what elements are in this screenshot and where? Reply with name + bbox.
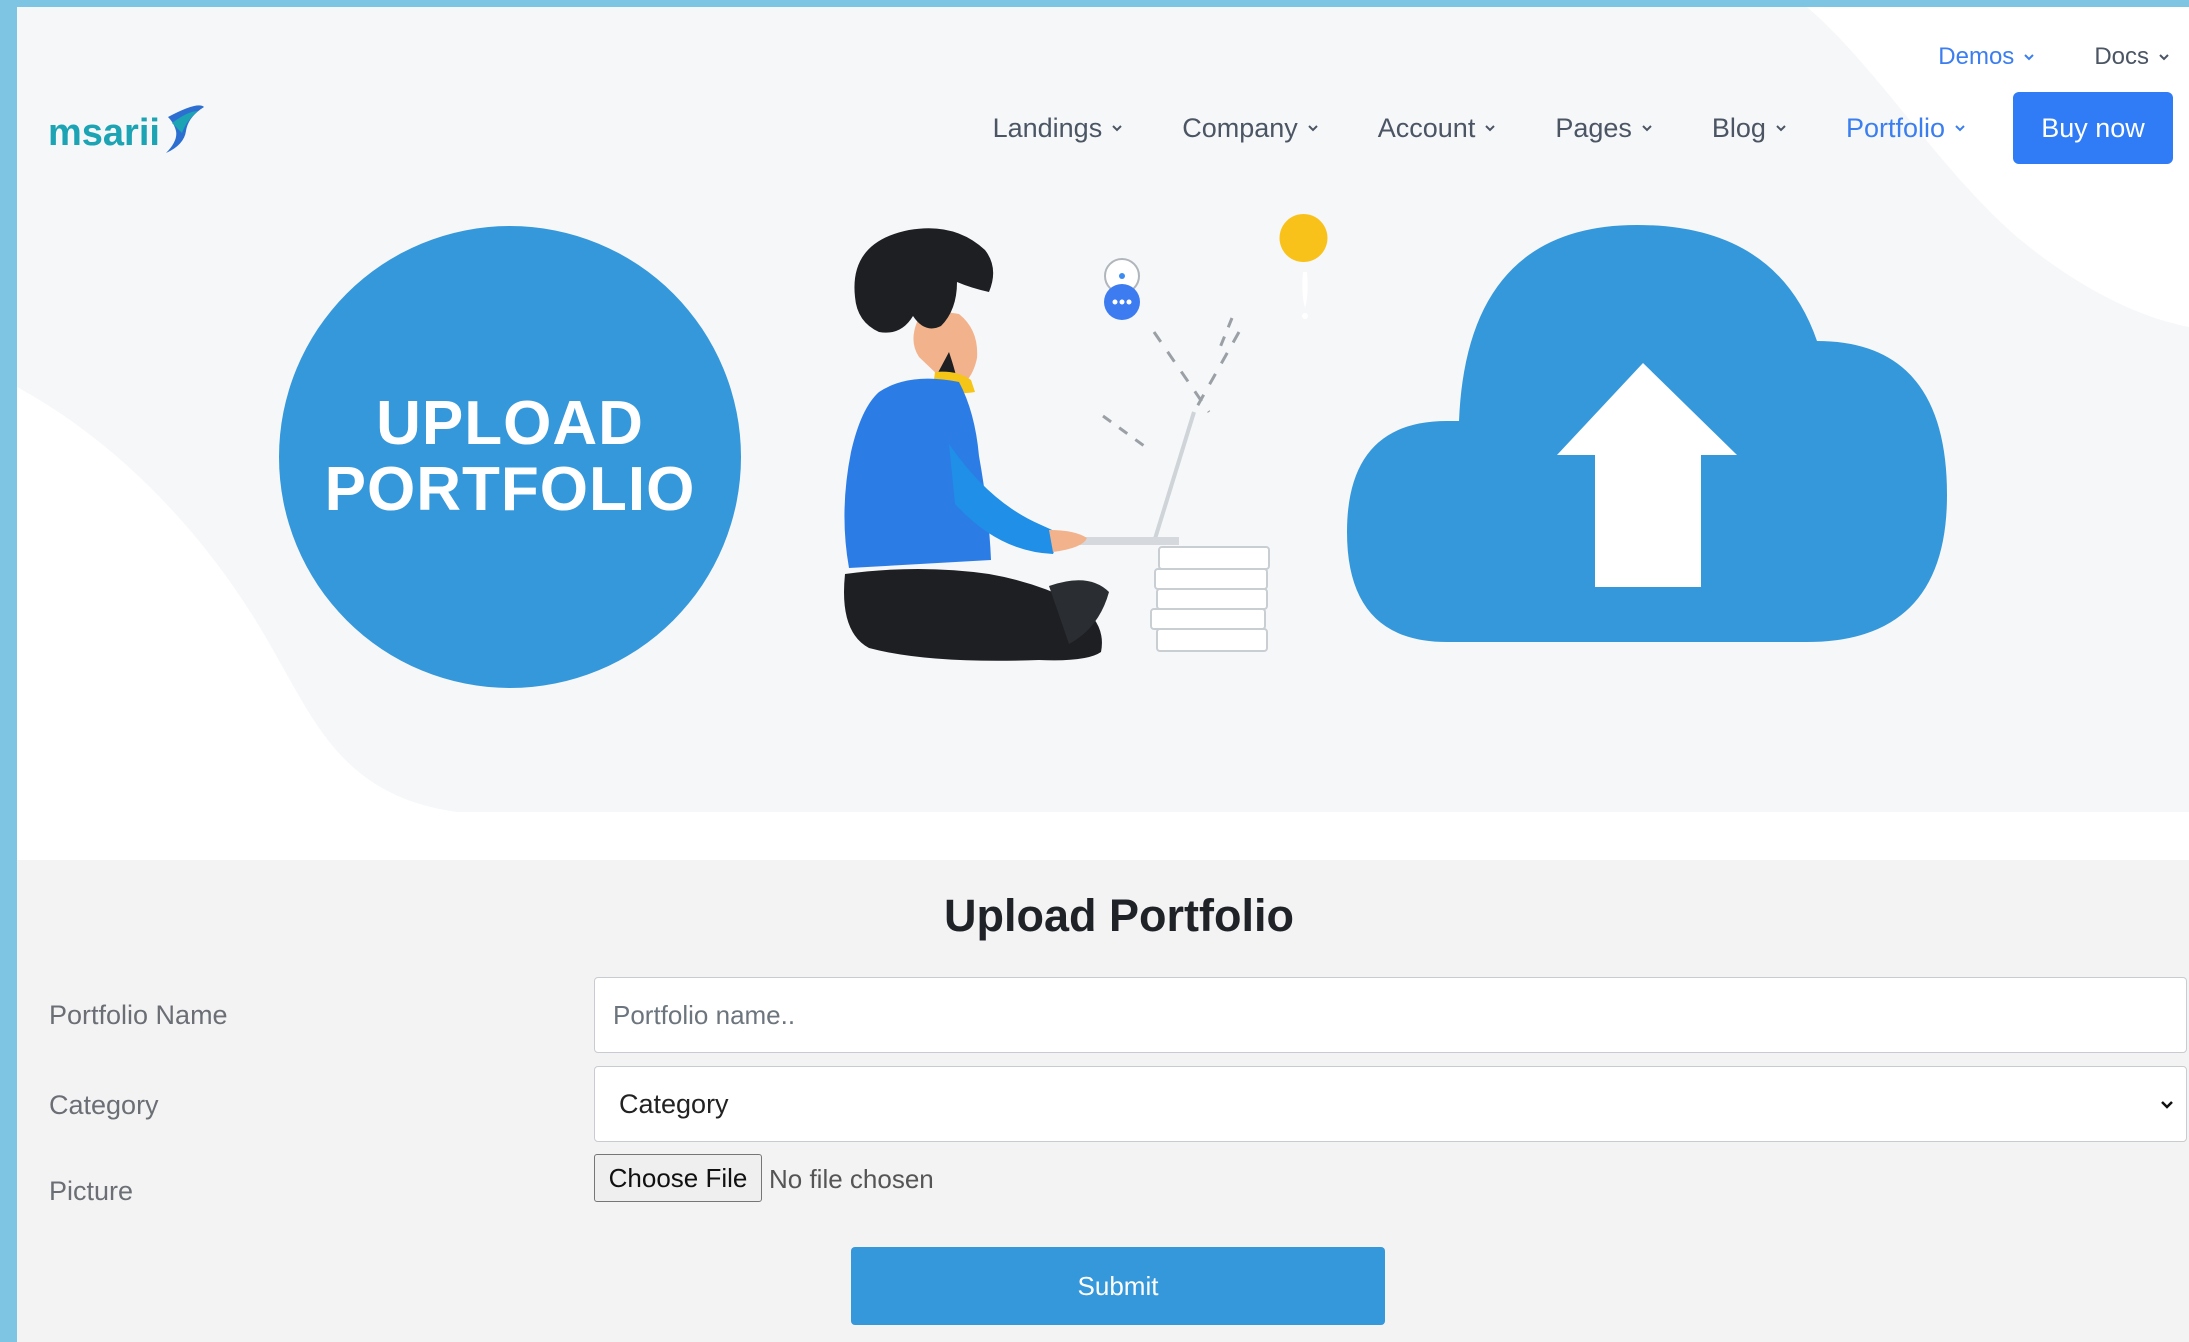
- badge-line-2: PORTFOLIO: [324, 455, 696, 524]
- hero-section: msarii Demos Docs Landings Company Accou…: [17, 7, 2189, 812]
- chevron-down-icon: [1308, 125, 1318, 132]
- nav-docs[interactable]: Docs: [2094, 43, 2171, 71]
- person-with-laptop-illustration: [844, 214, 1328, 661]
- chevron-down-icon: [2161, 1101, 2173, 1109]
- portfolio-name-input[interactable]: [594, 977, 2187, 1053]
- upload-form-section: Upload Portfolio Portfolio Name Category…: [17, 860, 2189, 1342]
- buy-now-button[interactable]: Buy now: [2013, 92, 2173, 164]
- nav-item-blog[interactable]: Blog: [1712, 113, 1788, 144]
- nav-item-pages[interactable]: Pages: [1555, 113, 1654, 144]
- nav-demos-label: Demos: [1938, 43, 2015, 70]
- nav-item-portfolio[interactable]: Portfolio: [1846, 113, 1967, 144]
- top-utility-nav: Demos Docs: [1938, 37, 2189, 77]
- picture-label: Picture: [49, 1176, 134, 1206]
- nav-item-landings[interactable]: Landings: [993, 113, 1125, 144]
- page: msarii Demos Docs Landings Company Accou…: [17, 7, 2189, 1342]
- category-select[interactable]: Category: [594, 1066, 2187, 1142]
- nav-demos[interactable]: Demos: [1938, 43, 2036, 71]
- category-label: Category: [49, 1090, 159, 1120]
- chevron-down-icon: [1776, 125, 1786, 132]
- badge-line-1: UPLOAD: [376, 389, 644, 458]
- chevron-down-icon: [1485, 125, 1496, 132]
- choose-file-button[interactable]: Choose File: [594, 1154, 762, 1202]
- brand-logo[interactable]: msarii: [48, 97, 208, 161]
- portfolio-name-label: Portfolio Name: [49, 1000, 228, 1030]
- category-select-value: Category: [619, 1088, 729, 1119]
- nav-item-company[interactable]: Company: [1182, 113, 1320, 144]
- nav-item-label: Company: [1182, 112, 1298, 143]
- chevron-down-icon: [1642, 125, 1652, 132]
- nav-item-account[interactable]: Account: [1378, 113, 1498, 144]
- svg-text:msarii: msarii: [48, 112, 160, 154]
- cloud-upload-icon: [1347, 225, 1947, 642]
- nav-docs-label: Docs: [2094, 43, 2149, 70]
- upload-portfolio-badge: UPLOAD PORTFOLIO: [279, 226, 741, 688]
- main-nav: Landings Company Account Pages Blog Port…: [993, 92, 2173, 164]
- chevron-down-icon: [2024, 54, 2035, 61]
- chevron-down-icon: [1112, 125, 1122, 132]
- form-title: Upload Portfolio: [944, 890, 1294, 941]
- nav-item-label: Blog: [1711, 112, 1766, 143]
- submit-button[interactable]: Submit: [851, 1247, 1385, 1325]
- nav-item-label: Landings: [992, 112, 1103, 143]
- nav-item-label: Portfolio: [1845, 112, 1945, 143]
- chevron-down-icon: [2159, 54, 2169, 61]
- nav-item-label: Account: [1377, 112, 1476, 143]
- chevron-down-icon: [1955, 125, 1965, 132]
- nav-item-label: Pages: [1555, 112, 1632, 143]
- file-status-text: No file chosen: [769, 1164, 934, 1194]
